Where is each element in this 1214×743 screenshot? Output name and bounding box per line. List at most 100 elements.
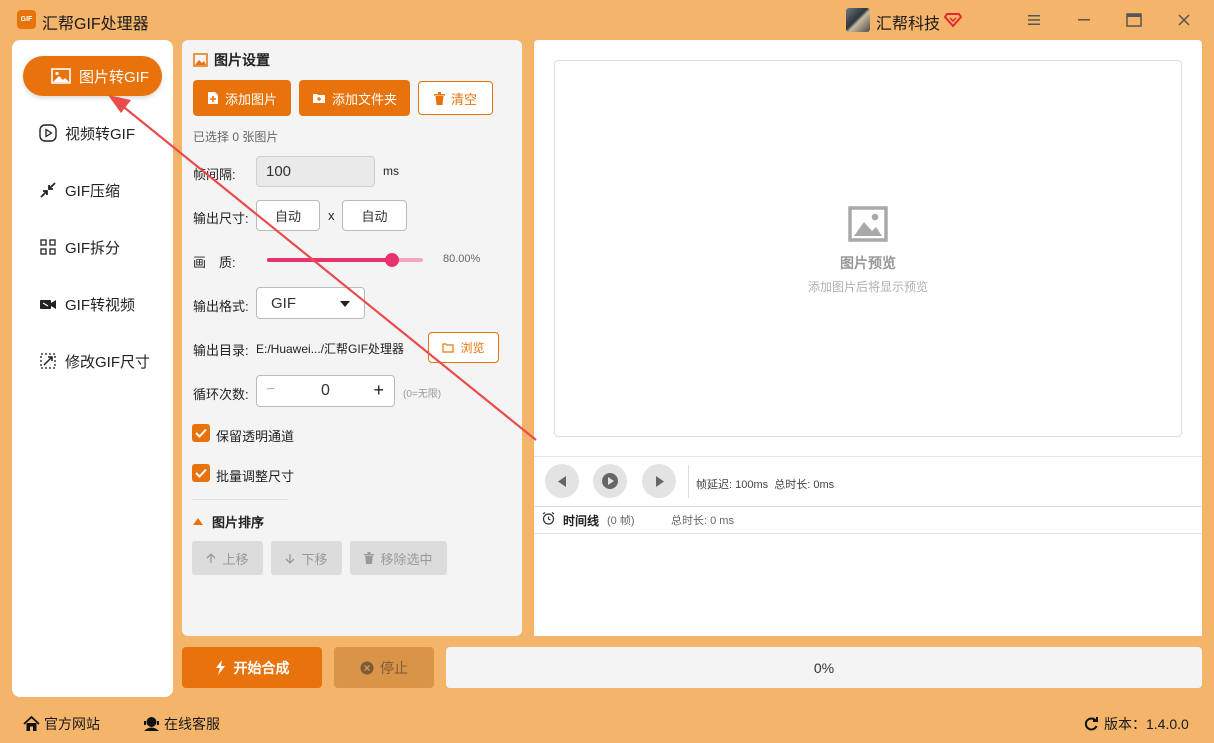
timeline-duration: 总时长: 0 ms: [671, 515, 734, 527]
quality-label: 画 质:: [193, 255, 236, 270]
triangle-left-icon: [557, 475, 566, 487]
play-icon: [602, 473, 618, 489]
decrement-button[interactable]: −: [266, 381, 275, 399]
add-image-button[interactable]: 添加图片: [193, 80, 291, 116]
width-input[interactable]: 自动: [256, 200, 320, 231]
lightning-icon: [215, 660, 225, 675]
clock-icon: [542, 512, 555, 525]
add-folder-button[interactable]: 添加文件夹: [299, 80, 410, 116]
sidebar-item-label: 修改GIF尺寸: [65, 353, 150, 371]
selected-count: 已选择 0 张图片: [193, 130, 279, 144]
version-info[interactable]: 版本：1.4.0.0: [1083, 714, 1189, 734]
sidebar-item-gif-compress[interactable]: GIF压缩: [39, 178, 120, 202]
increment-button[interactable]: +: [373, 380, 384, 401]
stop-button[interactable]: 停止: [334, 647, 434, 688]
sidebar-item-label: 图片转GIF: [79, 68, 149, 86]
video-icon: [39, 295, 57, 313]
split-icon: [39, 238, 57, 256]
format-select-value: GIF: [271, 294, 296, 312]
remove-selected-button[interactable]: 移除选中: [350, 541, 447, 575]
next-frame-button[interactable]: [642, 464, 676, 498]
browse-label: 浏览: [460, 341, 485, 355]
close-icon[interactable]: [1172, 8, 1196, 32]
clear-label: 清空: [450, 91, 477, 107]
add-image-label: 添加图片: [224, 91, 277, 107]
support-label: 在线客服: [164, 716, 220, 732]
format-label: 输出格式:: [193, 299, 249, 314]
avatar[interactable]: [846, 8, 870, 32]
progress-bar: 0%: [446, 647, 1202, 688]
progress-text: 0%: [813, 659, 835, 676]
interval-input[interactable]: 100: [256, 156, 375, 187]
divider: [534, 456, 1202, 457]
keep-alpha-label: 保留透明通道: [216, 429, 295, 444]
user-name[interactable]: 汇帮科技: [876, 10, 940, 34]
menu-icon[interactable]: [1022, 8, 1046, 32]
output-dir-value: E:/Huawei.../汇帮GIF处理器: [256, 342, 405, 356]
maximize-icon[interactable]: [1122, 8, 1146, 32]
app-title: 汇帮GIF处理器: [42, 16, 149, 33]
trash-icon: [364, 552, 375, 564]
format-select[interactable]: GIF: [256, 287, 365, 319]
sort-section-header[interactable]: 图片排序: [193, 512, 264, 531]
clear-button[interactable]: 清空: [418, 81, 493, 115]
resize-icon: [39, 352, 57, 370]
batch-resize-checkbox[interactable]: [192, 464, 210, 482]
chevron-down-icon: [340, 301, 350, 307]
timeline-label: 时间线: [563, 514, 600, 528]
image-placeholder-icon: [848, 206, 888, 242]
settings-title: 图片设置: [214, 52, 270, 68]
image-icon: [51, 67, 71, 85]
slider-thumb[interactable]: [384, 253, 399, 267]
settings-section-header: 图片设置: [193, 50, 270, 70]
sidebar-item-label: GIF转视频: [65, 296, 135, 314]
output-dir-label: 输出目录:: [193, 343, 249, 358]
checkmark-icon: [195, 428, 207, 438]
chevron-up-icon: [193, 518, 203, 525]
image-icon: [193, 53, 208, 67]
slider-fill: [267, 258, 392, 262]
loop-stepper[interactable]: − 0 +: [256, 375, 395, 407]
online-support-link[interactable]: 在线客服: [143, 714, 220, 734]
remove-selected-label: 移除选中: [380, 551, 433, 567]
previous-frame-button[interactable]: [545, 464, 579, 498]
sidebar-item-gif-to-video[interactable]: GIF转视频: [39, 292, 135, 316]
sidebar-item-image-to-gif[interactable]: 图片转GIF: [23, 56, 162, 96]
version-label: 版本：1.4.0.0: [1104, 716, 1189, 732]
move-down-label: 下移: [301, 551, 328, 567]
triangle-right-icon: [655, 475, 664, 487]
arrow-down-icon: [286, 553, 295, 564]
move-up-button[interactable]: 上移: [192, 541, 263, 575]
play-button[interactable]: [593, 464, 627, 498]
add-file-icon: [207, 92, 218, 104]
browse-button[interactable]: 浏览: [428, 332, 499, 363]
move-down-button[interactable]: 下移: [271, 541, 342, 575]
interval-label: 帧间隔:: [193, 167, 236, 182]
sidebar-item-label: GIF压缩: [65, 182, 120, 200]
headset-icon: [143, 716, 160, 733]
frame-info: 帧延迟: 100ms 总时长: 0ms: [696, 479, 835, 491]
official-website-link[interactable]: 官方网站: [23, 714, 100, 734]
sidebar-item-label: GIF拆分: [65, 239, 120, 257]
height-input[interactable]: 自动: [342, 200, 407, 231]
start-button[interactable]: 开始合成: [182, 647, 322, 688]
refresh-icon: [1083, 716, 1100, 733]
sidebar-item-gif-resize[interactable]: 修改GIF尺寸: [39, 349, 150, 373]
compress-icon: [39, 181, 57, 199]
minimize-icon[interactable]: [1072, 8, 1096, 32]
size-label: 输出尺寸:: [193, 211, 249, 226]
add-folder-label: 添加文件夹: [331, 91, 397, 107]
folder-icon: [442, 342, 455, 353]
stop-label: 停止: [380, 659, 408, 676]
arrow-up-icon: [207, 552, 216, 563]
sidebar-item-video-to-gif[interactable]: 视频转GIF: [39, 121, 135, 145]
trash-icon: [433, 91, 445, 105]
divider: [192, 499, 288, 500]
keep-alpha-checkbox[interactable]: [192, 424, 210, 442]
timeline-track[interactable]: [534, 534, 1202, 636]
quality-slider[interactable]: [267, 253, 423, 267]
sidebar-item-gif-split[interactable]: GIF拆分: [39, 235, 120, 259]
website-label: 官方网站: [44, 716, 100, 732]
vip-diamond-icon[interactable]: [944, 10, 962, 28]
timeline-count: (0 帧): [607, 515, 635, 527]
